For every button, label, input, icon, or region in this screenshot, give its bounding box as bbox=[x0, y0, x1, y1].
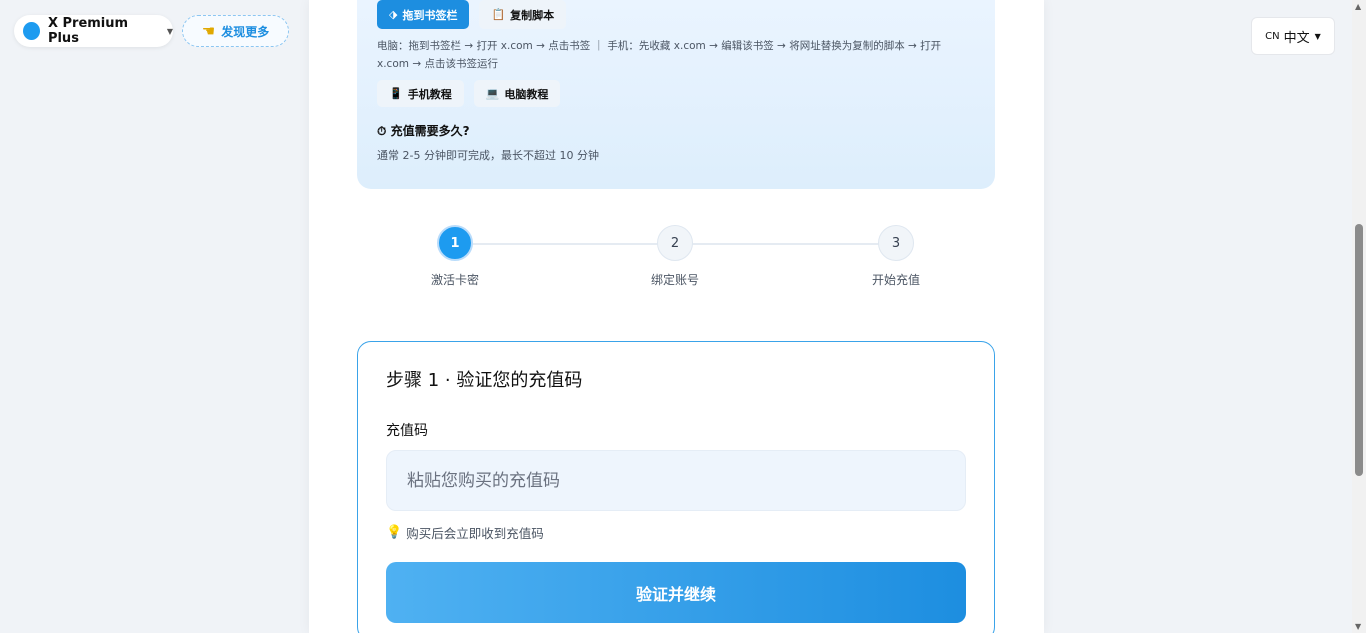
stopwatch-icon: ⏱ bbox=[377, 124, 387, 138]
lightbulb-icon: 💡 bbox=[386, 525, 403, 540]
bookmarklet-instructions: 电脑：拖到书签栏 → 打开 x.com → 点击书签 ｜ 手机：先收藏 x.co… bbox=[377, 40, 942, 70]
phone-icon: 📱 bbox=[389, 87, 403, 100]
copy-script-button[interactable]: 📋 复制脚本 bbox=[479, 0, 567, 29]
scroll-up-arrow-icon[interactable]: ▲ bbox=[1355, 2, 1361, 11]
scrollbar-thumb[interactable] bbox=[1355, 224, 1363, 476]
clipboard-icon: 📋 bbox=[491, 8, 506, 21]
discover-more-button[interactable]: ☚ 发现更多 bbox=[182, 15, 289, 47]
caret-down-icon: ▼ bbox=[1314, 31, 1321, 41]
hint-label: 购买后会立即收到充值码 bbox=[406, 526, 544, 541]
recharge-code-input[interactable] bbox=[386, 450, 966, 511]
verify-code-card: 步骤 1 · 验证您的充值码 充值码 💡 购买后会立即收到充值码 验证并继续 bbox=[357, 341, 995, 633]
hint-text: 💡 购买后会立即收到充值码 bbox=[386, 523, 966, 542]
product-dot-icon bbox=[23, 22, 40, 40]
copy-script-label: 复制脚本 bbox=[510, 8, 555, 22]
drag-to-bookmark-button[interactable]: ⬗ 拖到书签栏 bbox=[377, 0, 470, 29]
faq-answer: 通常 2-5 分钟即可完成，最长不超过 10 分钟 bbox=[377, 149, 599, 162]
step-1: 1 激活卡密 bbox=[415, 225, 495, 288]
bookmarklet-info-box: ⬗ 拖到书签栏 📋 复制脚本 电脑：拖到书签栏 → 打开 x.com → 点击书… bbox=[357, 0, 995, 189]
step-1-circle: 1 bbox=[437, 225, 473, 261]
form-title: 步骤 1 · 验证您的充值码 bbox=[386, 370, 583, 391]
language-label: 中文 bbox=[1283, 30, 1310, 46]
bookmark-tag-icon: ⬗ bbox=[389, 8, 398, 21]
faq-question-text: 充值需要多久? bbox=[390, 124, 470, 138]
page-scrollbar[interactable]: ▲ ▼ bbox=[1352, 0, 1366, 633]
step-2-label: 绑定账号 bbox=[650, 273, 699, 287]
language-selector[interactable]: CN 中文 ▼ bbox=[1251, 17, 1335, 55]
pointing-hand-icon: ☚ bbox=[201, 22, 216, 40]
step-3: 3 开始充值 bbox=[856, 225, 936, 288]
drag-to-bookmark-label: 拖到书签栏 bbox=[402, 8, 458, 22]
step-3-label: 开始充值 bbox=[871, 273, 920, 287]
progress-stepper: 1 激活卡密 2 绑定账号 3 开始充值 bbox=[357, 225, 995, 295]
main-card: ⬗ 拖到书签栏 📋 复制脚本 电脑：拖到书签栏 → 打开 x.com → 点击书… bbox=[309, 0, 1044, 633]
scroll-down-arrow-icon[interactable]: ▼ bbox=[1355, 622, 1361, 631]
bookmarklet-actions: ⬗ 拖到书签栏 📋 复制脚本 bbox=[377, 0, 567, 29]
laptop-icon: 💻 bbox=[485, 87, 500, 100]
discover-more-label: 发现更多 bbox=[221, 24, 270, 39]
product-name: X Premium Plus bbox=[47, 16, 129, 46]
mobile-tutorial-button[interactable]: 📱 手机教程 bbox=[377, 80, 464, 107]
desktop-tutorial-label: 电脑教程 bbox=[504, 87, 549, 101]
mobile-tutorial-label: 手机教程 bbox=[407, 87, 452, 101]
caret-down-icon: ▼ bbox=[166, 26, 173, 36]
verify-continue-button[interactable]: 验证并继续 bbox=[386, 562, 966, 623]
step-1-label: 激活卡密 bbox=[430, 273, 479, 287]
step-2: 2 绑定账号 bbox=[635, 225, 715, 288]
faq-question: ⏱ 充值需要多久? bbox=[377, 122, 470, 139]
step-3-circle: 3 bbox=[878, 225, 914, 261]
recharge-code-label: 充值码 bbox=[386, 423, 428, 439]
desktop-tutorial-button[interactable]: 💻 电脑教程 bbox=[473, 80, 561, 107]
product-selector[interactable]: X Premium Plus ▼ bbox=[14, 15, 173, 47]
tutorial-links: 📱 手机教程 💻 电脑教程 bbox=[377, 80, 561, 107]
step-2-circle: 2 bbox=[657, 225, 693, 261]
flag-cn-icon: CN bbox=[1265, 30, 1280, 42]
